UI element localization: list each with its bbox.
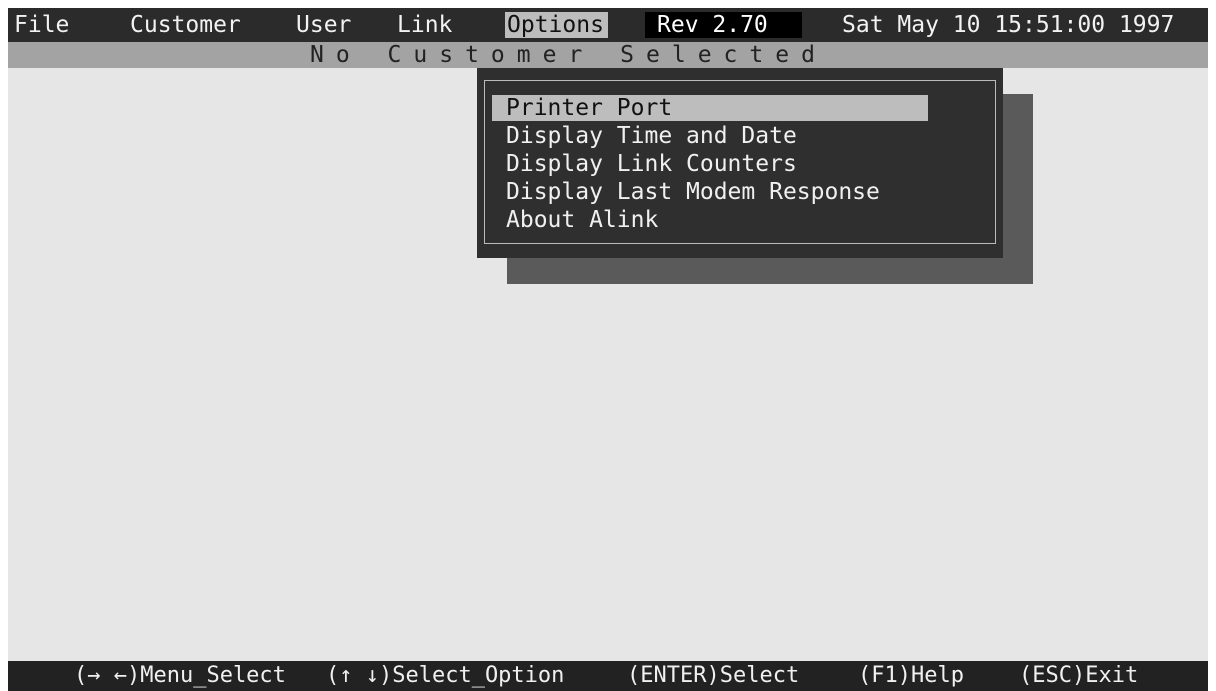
menu-bar: File Customer User Link Options Rev 2.70… xyxy=(8,8,1208,42)
date-time-display: Sat May 10 15:51:00 1997 xyxy=(842,12,1175,38)
hint-menu-select: (→ ←)Menu_Select xyxy=(74,663,286,688)
revision-label: Rev 2.70 xyxy=(645,12,802,38)
menu-link[interactable]: Link xyxy=(397,8,452,42)
hint-enter-select: (ENTER)Select xyxy=(627,663,800,688)
option-printer-port[interactable]: Printer Port xyxy=(492,95,928,121)
option-display-link-counters[interactable]: Display Link Counters xyxy=(506,151,938,177)
menu-user[interactable]: User xyxy=(296,8,351,42)
status-line: No Customer Selected xyxy=(8,42,1208,68)
dos-screen: File Customer User Link Options Rev 2.70… xyxy=(8,8,1208,691)
hint-f1-help: (F1)Help xyxy=(858,663,964,688)
menu-options[interactable]: Options xyxy=(505,12,608,38)
hint-esc-exit: (ESC)Exit xyxy=(1019,663,1139,688)
customer-status-text: No Customer Selected xyxy=(310,42,827,68)
menu-customer[interactable]: Customer xyxy=(130,8,241,42)
option-display-time-and-date[interactable]: Display Time and Date xyxy=(506,123,938,149)
option-display-last-modem-response[interactable]: Display Last Modem Response xyxy=(506,179,938,205)
menu-file[interactable]: File xyxy=(14,8,69,42)
hint-select-option: (↑ ↓)Select_Option xyxy=(326,663,565,688)
option-about-alink[interactable]: About Alink xyxy=(506,207,938,233)
options-dropdown: Printer Port Display Time and Date Displ… xyxy=(477,68,1003,258)
help-bar: (→ ←)Menu_Select (↑ ↓)Select_Option (ENT… xyxy=(8,661,1208,691)
